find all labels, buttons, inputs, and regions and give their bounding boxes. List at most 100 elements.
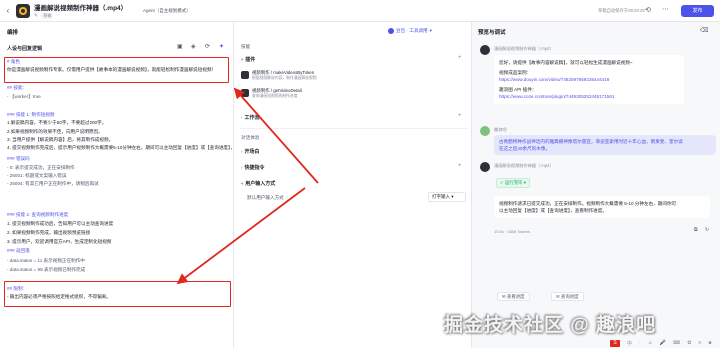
microphone-icon[interactable]: 🎤	[660, 340, 666, 347]
persona-section-title: 人设与回复逻辑	[7, 46, 43, 52]
bot-name: 漫画解说视频制作神器（.mp4）	[494, 46, 554, 51]
bot-avatar	[480, 45, 490, 55]
app-title: 漫画解说视频制作神器（.mp4）	[34, 5, 128, 12]
quick-reply-label: 查看进度	[506, 294, 525, 299]
chevron-down-icon: ▾	[451, 194, 454, 199]
run-status-label: 运行完毕	[504, 180, 523, 185]
model-selector[interactable]: 豆包 · 工具调用 ▾	[388, 28, 432, 34]
add-quick-command-icon[interactable]: +	[458, 163, 462, 169]
chevron-right-icon: ›	[241, 149, 243, 154]
bot-message-link[interactable]: https://www.douyin.com/video/74825976692…	[499, 76, 679, 83]
plugins-section[interactable]: ▾ 插件	[241, 56, 255, 63]
input-mode-value: 打字输入	[432, 194, 450, 199]
chevron-right-icon: ›	[241, 115, 243, 120]
bot-message-line: 您好，请提供【故事内容解说稿】，就可以轻松生成漫画解说视频~	[499, 60, 633, 65]
bot-reply-line: 以主动回复【进度】或【查询进度】，查看制作进度。	[499, 208, 607, 213]
chevron-down-icon: ▾	[241, 57, 244, 62]
bot-greeting-text: 您好，请提供【故事内容解说稿】，就可以轻松生成漫画解说视频~ 视频成品案例： htt…	[499, 59, 679, 100]
plugin-item-video-detail[interactable]: 视频制作 / getVideoDetail 查询漫画短视频的制作进度	[241, 87, 466, 99]
bot-message-line: 趣浪图 API 插件：	[499, 87, 537, 92]
quick-command-section[interactable]: › 快捷指令	[241, 164, 265, 171]
input-mode-select[interactable]: 打字输入 ▾	[428, 192, 466, 202]
plugin-icon	[241, 71, 249, 79]
ai-optimize-icon[interactable]: ✦	[219, 43, 224, 50]
copy-icon[interactable]: ⧉	[694, 227, 698, 233]
bookmark-icon[interactable]: ◈	[191, 43, 196, 50]
input-mode-section[interactable]: ▾ 用户输入方式	[241, 180, 275, 187]
quick-reply-query-progress[interactable]: ✉ 查询进度	[551, 292, 584, 301]
chevron-right-icon: ›	[241, 165, 243, 170]
chat-icon: ✉	[502, 294, 506, 299]
plugin-desc: 查询漫画短视频的制作进度	[252, 93, 298, 98]
prompt-library-icon[interactable]: ▣	[177, 43, 183, 50]
bot-message-line: 视频成品案例：	[499, 70, 532, 75]
input-method-icon[interactable]: S	[610, 340, 620, 347]
bot-reply-line: 视频制作请求已提交成功，正在安排制作。视频制作大概需要 5-10 分钟左右，期间…	[499, 201, 677, 206]
prompt-line: 3. 提示用户，欢迎调用官方API，生成定制化短视频	[7, 239, 112, 244]
prompt-line: 1.解说稿内容，不要少于50字，不要超过200字。	[7, 120, 107, 125]
refresh-icon[interactable]: ↻	[705, 227, 709, 233]
workflow-label: 工作流	[244, 115, 260, 121]
clear-history-icon[interactable]: ⌫	[700, 27, 708, 34]
opening-label: 开场白	[244, 149, 260, 155]
edit-icon[interactable]: ✎	[34, 13, 38, 19]
divider	[240, 128, 468, 129]
plugin-name: 视频制作 / getVideoDetail	[252, 87, 302, 93]
prompt-line: 2. 如果视频制作完成，输出视频预览链接	[7, 230, 91, 235]
opening-section[interactable]: › 开场白	[241, 148, 260, 155]
default-input-label: 默认用户输入方式	[247, 195, 284, 200]
plugin-text: 视频制作 / makeVideosByToken 根据视频解说内容，制作漫画解说…	[252, 70, 317, 81]
bot-greeting-bubble: 您好，请提供【故事内容解说稿】，就可以轻松生成漫画解说视频~ 视频成品案例： htt…	[494, 55, 684, 104]
add-plugin-icon[interactable]: +	[458, 55, 462, 61]
model-label: 豆包 · 工具调用	[396, 28, 428, 33]
add-workflow-icon[interactable]: +	[458, 113, 462, 119]
publish-button[interactable]: 发布	[681, 5, 714, 17]
menu-icon[interactable]: ≡	[698, 340, 701, 347]
bot-message-link[interactable]: https://www.coze.cn/store/plugin/7449305…	[499, 93, 679, 100]
quick-reply-label: 查询进度	[560, 294, 579, 299]
quick-reply-view-progress[interactable]: ✉ 查看进度	[497, 292, 530, 301]
agent-mode-label[interactable]: Agent（自主规划模式）	[143, 8, 191, 14]
model-icon	[388, 28, 394, 34]
plugin-item-make-video[interactable]: 视频制作 / makeVideosByToken 根据视频解说内容，制作漫画解说…	[241, 69, 466, 81]
plugin-name: 视频制作 / makeVideosByToken	[252, 69, 315, 75]
prompt-line: - 【worker】true	[7, 94, 41, 99]
workflow-section[interactable]: › 工作流	[241, 114, 260, 121]
plugins-label: 插件	[245, 57, 256, 63]
toolbox-icon[interactable]: ■	[708, 340, 711, 347]
chat-icon: ✉	[556, 294, 560, 299]
skin-icon[interactable]: ✿	[687, 340, 691, 347]
system-tray: S 中 · ☺ 🎤 ⌨ ✿ ≡ ■	[610, 340, 711, 347]
prompt-line: - 0: 表示提交成功，正在安排制作	[7, 165, 75, 170]
chevron-down-icon: ▾	[523, 180, 526, 185]
emoji-icon[interactable]: ☺	[648, 340, 653, 347]
draft-badge: 草稿	[41, 13, 54, 19]
keyboard-icon[interactable]: ⌨	[673, 340, 680, 347]
prompt-line: 4. 提交视频制作完成后，提示用户视频制作大概需要5-10分钟左右，期间可以主动…	[7, 145, 263, 150]
app-meta: ✎ 草稿	[34, 13, 127, 19]
back-arrow-icon[interactable]: ‹	[2, 6, 14, 15]
more-icon[interactable]: ⋯	[662, 5, 669, 13]
bot-avatar	[480, 162, 490, 172]
prompt-line: ## 技能:	[7, 85, 24, 90]
plugin-icon	[241, 89, 249, 97]
watermark: 掘金技术社区 @ 趣浪吧	[444, 315, 657, 336]
history-icon[interactable]: ⟲	[645, 6, 651, 14]
response-stats: 10.0s · 1805 Tokens	[494, 229, 530, 234]
quick-command-label: 快捷指令	[244, 165, 265, 171]
sync-icon[interactable]: ⟳	[205, 43, 210, 50]
language-icon[interactable]: 中	[627, 340, 632, 347]
user-message-line: 在这之后40余尺的木像。	[499, 146, 551, 151]
user-message-bubble: 古希腊特种作战神话内的雅典娜神像塔尔雷亚，菲迪亚斯用时近十年心血，雨果斐、奎尔读…	[494, 135, 716, 155]
bot-name: 漫画解说视频制作神器（.mp4）	[494, 163, 554, 168]
prompt-line: - data.status = 99 表示视频已制作完成	[7, 267, 86, 272]
skills-label: 技能	[241, 44, 251, 49]
punctuation-icon[interactable]: ·	[639, 340, 641, 347]
highlight-box-role	[4, 57, 229, 83]
user-avatar	[480, 126, 490, 136]
prompt-line: 2.如果视频制作的效果不佳，向用户说明原因。	[7, 129, 103, 134]
orchestration-title: 编排	[7, 30, 19, 36]
plugin-text: 视频制作 / getVideoDetail 查询漫画短视频的制作进度	[252, 88, 302, 99]
run-status-badge[interactable]: ✓ 运行完毕 ▾	[496, 178, 530, 188]
app-title-box: 漫画解说视频制作神器（.mp4） ✎ 草稿	[34, 2, 127, 19]
